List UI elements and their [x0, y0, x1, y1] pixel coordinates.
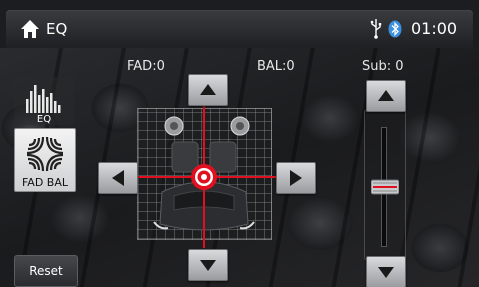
balance-left-button[interactable] — [98, 162, 138, 194]
arrow-up-icon — [200, 84, 216, 95]
balance-right-button[interactable] — [276, 162, 316, 194]
fader-front-button[interactable] — [188, 74, 228, 106]
balance-value-label: BAL:0 — [257, 59, 295, 74]
top-bar: EQ 01:00 — [6, 10, 473, 48]
eq-button-label: EQ — [36, 114, 52, 125]
reset-button[interactable]: Reset — [14, 255, 78, 287]
arrow-up-icon — [378, 90, 394, 101]
equalizer-bars-icon — [26, 85, 61, 113]
fader-rear-button[interactable] — [188, 249, 228, 281]
subwoofer-down-button[interactable] — [366, 256, 406, 287]
fader-value-label: FAD:0 — [127, 59, 165, 74]
subwoofer-value-label: Sub: 0 — [362, 59, 404, 74]
fad-bal-mode-button[interactable]: FAD BAL — [14, 128, 76, 192]
page-title: EQ — [46, 20, 68, 38]
bluetooth-icon — [388, 20, 402, 38]
arrow-left-icon — [112, 170, 124, 186]
subwoofer-slider-thumb[interactable] — [371, 178, 399, 196]
speaker-waves-icon — [26, 136, 64, 172]
subwoofer-up-button[interactable] — [366, 80, 406, 112]
usb-icon — [370, 19, 382, 39]
eq-screen: EQ 01:00 FAD:0 BAL:0 Sub: 0 EQ FAD BAL R… — [0, 0, 479, 287]
arrow-right-icon — [290, 170, 302, 186]
fad-bal-button-label: FAD BAL — [21, 176, 68, 189]
arrow-down-icon — [200, 260, 216, 271]
eq-mode-button[interactable]: EQ — [14, 77, 74, 125]
sound-focus-target-icon[interactable] — [189, 162, 219, 192]
arrow-down-icon — [378, 267, 394, 278]
home-icon[interactable] — [20, 19, 40, 39]
clock: 01:00 — [411, 19, 458, 38]
